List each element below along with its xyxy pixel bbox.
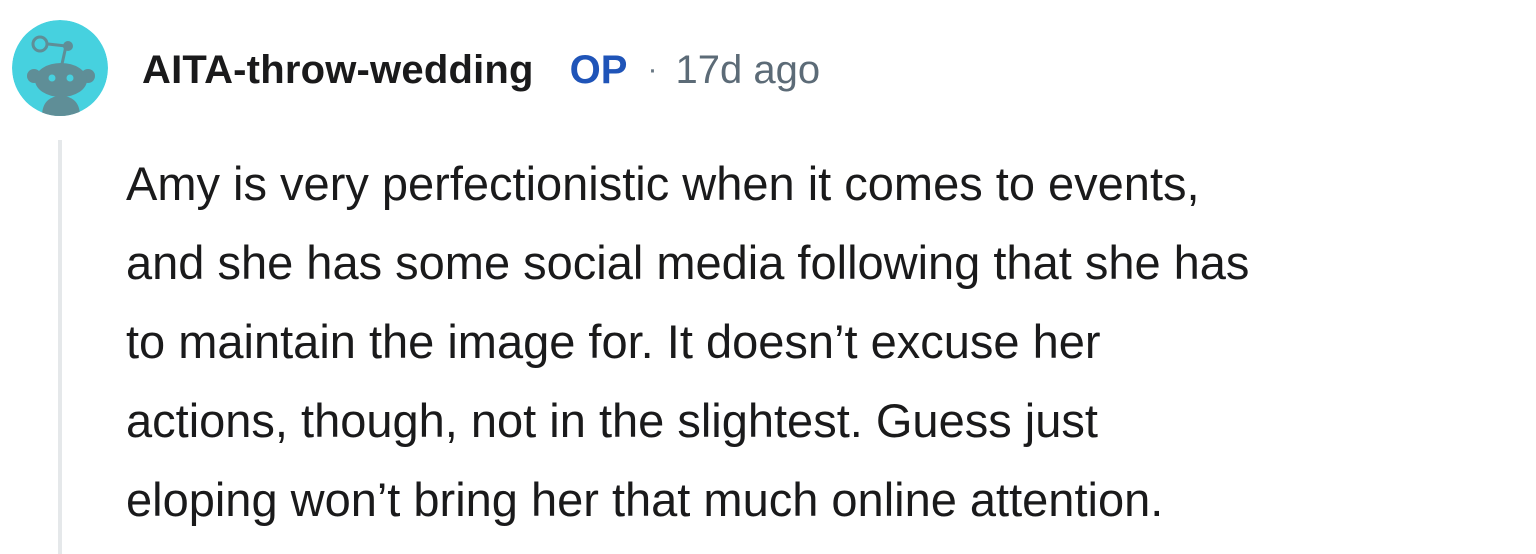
- comment-text-line: eloping won’t bring her that much online…: [126, 473, 1164, 526]
- comment-timestamp[interactable]: 17d ago: [675, 48, 820, 93]
- comment-text-line: to maintain the image for. It doesn’t ex…: [126, 315, 1101, 368]
- op-badge: OP: [569, 47, 628, 92]
- thread-line[interactable]: [58, 140, 62, 554]
- comment-text-line: Amy is very perfectionistic when it come…: [126, 157, 1200, 210]
- comment-text-line: actions, though, not in the slightest. G…: [126, 394, 1098, 447]
- comment-body: Amy is very perfectionistic when it come…: [126, 144, 1526, 539]
- comment-header: AITA-throw-wedding OP · 17d ago: [142, 44, 820, 96]
- comment: AITA-throw-wedding OP · 17d ago Amy is v…: [0, 0, 1536, 554]
- snoo-avatar-icon: [12, 20, 108, 116]
- avatar[interactable]: [12, 20, 108, 116]
- comment-text-line: and she has some social media following …: [126, 236, 1250, 289]
- separator-dot: ·: [647, 53, 658, 86]
- author-username[interactable]: AITA-throw-wedding: [142, 48, 534, 93]
